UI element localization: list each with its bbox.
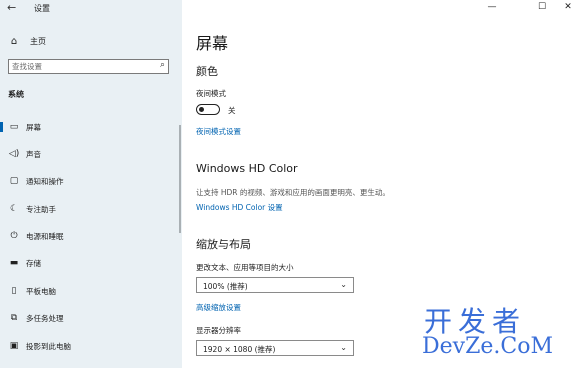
page-title: 屏幕	[196, 34, 229, 53]
sidebar-item-power[interactable]: ⏻ 电源和睡眠	[0, 227, 182, 245]
monitor-icon: ▭	[9, 122, 19, 132]
storage-icon: ▬	[9, 258, 19, 268]
scale-dropdown[interactable]: 100% (推荐) ⌄	[196, 277, 354, 293]
advanced-scaling-link[interactable]: 高级缩放设置	[196, 302, 241, 313]
resolution-dropdown[interactable]: 1920 × 1080 (推荐) ⌄	[196, 340, 354, 356]
sidebar-item-notifications[interactable]: ▢ 通知和操作	[0, 172, 182, 190]
hd-color-settings-link[interactable]: Windows HD Color 设置	[196, 202, 283, 213]
scale-label: 更改文本、应用等项目的大小	[196, 263, 294, 272]
sidebar-scrollbar[interactable]	[179, 125, 181, 233]
sidebar-item-label: 电源和睡眠	[26, 231, 64, 241]
main-content: — ☐ ✕ 屏幕 颜色 夜间模式 关 夜间模式设置 Windows HD Col…	[182, 0, 580, 368]
home-icon: ⌂	[10, 35, 18, 47]
sidebar-item-sound[interactable]: ◁) 声音	[0, 145, 182, 163]
back-arrow-icon[interactable]: ←	[7, 1, 16, 14]
sidebar-item-label: 投影到此电脑	[26, 341, 71, 351]
minimize-button[interactable]: —	[482, 2, 502, 12]
project-icon: ▣	[9, 341, 19, 351]
title-bar: ← 设置	[0, 0, 182, 18]
sidebar-item-label: 存储	[26, 258, 41, 268]
notification-icon: ▢	[9, 176, 19, 186]
sidebar-item-label: 通知和操作	[26, 176, 64, 186]
resolution-value: 1920 × 1080 (推荐)	[203, 345, 276, 354]
tablet-icon: ▯	[11, 286, 17, 296]
multitask-icon: ⧉	[10, 313, 18, 323]
search-input[interactable]	[12, 61, 152, 72]
sidebar-item-label: 声音	[26, 149, 41, 159]
night-mode-toggle[interactable]	[196, 104, 220, 115]
sidebar-item-label: 屏幕	[26, 122, 41, 132]
moon-icon: ☾	[9, 204, 19, 214]
maximize-button[interactable]: ☐	[532, 2, 552, 12]
night-mode-settings-link[interactable]: 夜间模式设置	[196, 126, 241, 137]
hd-color-description: 让支持 HDR 的视频、游戏和应用的画面更明亮、更生动。	[196, 188, 390, 197]
search-box[interactable]: ⌕	[8, 59, 169, 74]
speaker-icon: ◁)	[8, 149, 20, 159]
sidebar-item-storage[interactable]: ▬ 存储	[0, 254, 182, 272]
watermark-bottom-text: DevZe.CoM	[422, 334, 553, 359]
toggle-state-label: 关	[228, 106, 236, 115]
sidebar-item-project[interactable]: ▣ 投影到此电脑	[0, 337, 182, 355]
home-nav-item[interactable]: ⌂ 主页	[8, 34, 46, 48]
sidebar-item-label: 平板电脑	[26, 286, 56, 296]
toggle-knob	[199, 106, 204, 112]
sidebar-item-label: 专注助手	[26, 204, 56, 214]
close-button[interactable]: ✕	[558, 2, 578, 12]
sidebar-item-display[interactable]: ▭ 屏幕	[0, 118, 182, 136]
scale-value: 100% (推荐)	[203, 282, 248, 291]
sidebar-item-focus-assist[interactable]: ☾ 专注助手	[0, 200, 182, 218]
sidebar-item-tablet[interactable]: ▯ 平板电脑	[0, 282, 182, 300]
night-mode-label: 夜间模式	[196, 89, 226, 98]
resolution-label: 显示器分辨率	[196, 326, 241, 335]
search-icon[interactable]: ⌕	[160, 60, 165, 70]
scale-layout-heading: 缩放与布局	[196, 238, 251, 251]
power-icon: ⏻	[10, 231, 18, 241]
color-heading: 颜色	[196, 65, 218, 78]
sidebar: ← 设置 ⌂ 主页 ⌕ 系统 ▭ 屏幕 ◁) 声音 ▢ 通知和操作 ☾ 专注助手…	[0, 0, 182, 368]
watermark-logo: 开发者 DevZe.CoM	[422, 300, 572, 360]
sidebar-item-label: 多任务处理	[26, 313, 64, 323]
hd-color-heading: Windows HD Color	[196, 162, 298, 175]
chevron-down-icon: ⌄	[340, 280, 347, 289]
section-title: 系统	[8, 90, 24, 99]
chevron-down-icon: ⌄	[340, 343, 347, 352]
home-label: 主页	[30, 36, 46, 46]
sidebar-item-multitasking[interactable]: ⧉ 多任务处理	[0, 309, 182, 327]
window-title: 设置	[34, 4, 50, 13]
